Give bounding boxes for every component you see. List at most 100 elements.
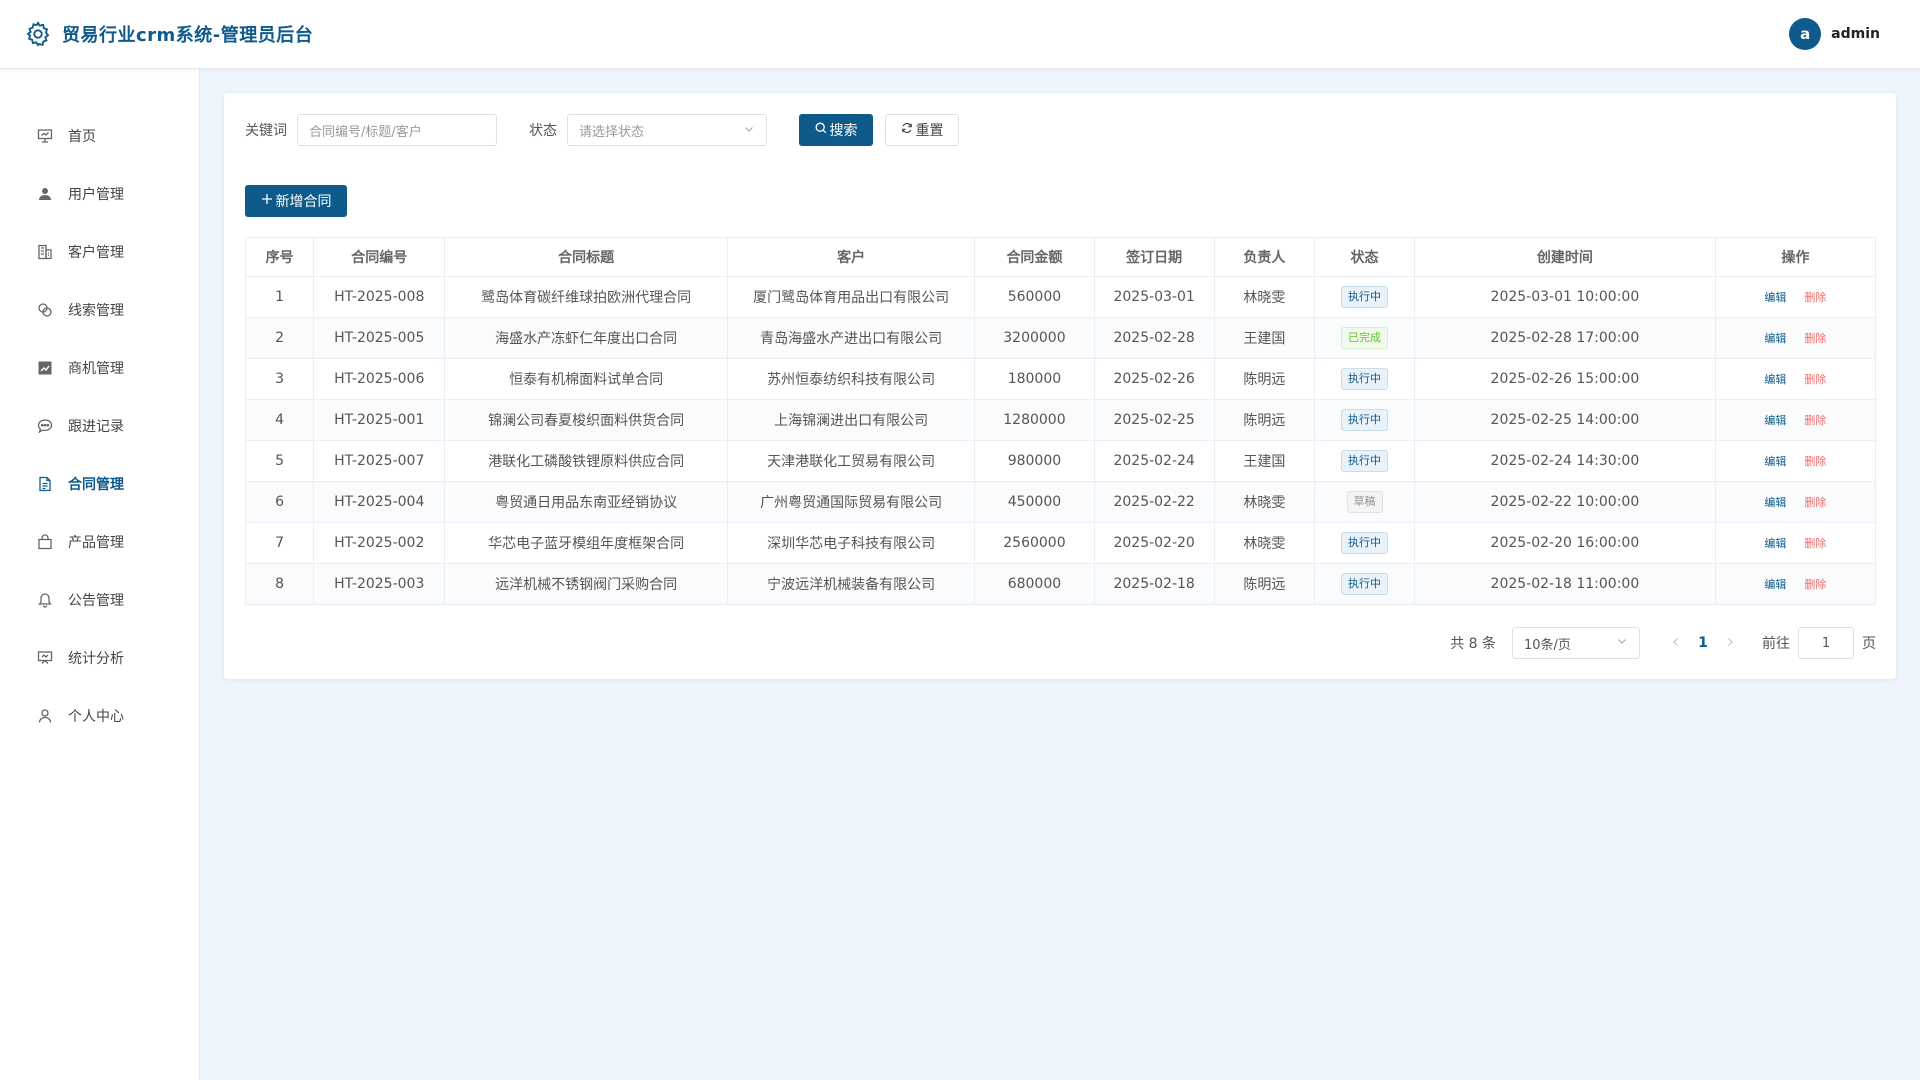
document-icon bbox=[36, 475, 54, 493]
sidebar-item-label: 合同管理 bbox=[68, 477, 124, 493]
sidebar-item-announcements[interactable]: 公告管理 bbox=[0, 580, 200, 620]
delete-link[interactable]: 删除 bbox=[1804, 537, 1826, 550]
reset-button[interactable]: 重置 bbox=[885, 114, 959, 146]
cell-amount: 2560000 bbox=[974, 522, 1095, 564]
sidebar-item-followups[interactable]: 跟进记录 bbox=[0, 406, 200, 446]
status-badge: 执行中 bbox=[1341, 573, 1389, 595]
column-header[interactable]: 合同编号 bbox=[313, 237, 446, 277]
column-header[interactable]: 合同金额 bbox=[974, 237, 1095, 277]
cell-created: 2025-02-24 14:30:00 bbox=[1414, 440, 1716, 482]
status-select[interactable]: 请选择状态 bbox=[567, 114, 767, 146]
sidebar-item-profile[interactable]: 个人中心 bbox=[0, 696, 200, 736]
table-row: 8 HT-2025-003 远洋机械不锈钢阀门采购合同 宁波远洋机械装备有限公司 680… bbox=[244, 563, 1877, 605]
chart-filled-icon bbox=[36, 359, 54, 377]
avatar[interactable]: a bbox=[1789, 18, 1822, 50]
bell-icon bbox=[36, 591, 54, 609]
status-badge: 执行中 bbox=[1341, 532, 1389, 554]
sidebar-item-label: 用户管理 bbox=[68, 187, 124, 203]
edit-link[interactable]: 编辑 bbox=[1764, 332, 1786, 345]
search-button[interactable]: 搜索 bbox=[799, 114, 873, 146]
cell-title: 锦澜公司春夏梭织面料供货合同 bbox=[444, 399, 728, 441]
sidebar-item-statistics[interactable]: 统计分析 bbox=[0, 638, 200, 678]
add-contract-label: 新增合同 bbox=[275, 194, 332, 210]
delete-link[interactable]: 删除 bbox=[1804, 578, 1826, 591]
status-placeholder: 请选择状态 bbox=[579, 124, 645, 140]
sidebar-item-label: 公告管理 bbox=[68, 593, 124, 609]
cell-actions: 编辑 删除 bbox=[1714, 440, 1877, 482]
page-number[interactable]: 1 bbox=[1692, 635, 1714, 651]
edit-link[interactable]: 编辑 bbox=[1764, 455, 1786, 468]
plus-icon bbox=[261, 193, 273, 209]
goto-page-value: 1 bbox=[1821, 635, 1831, 651]
sidebar-item-opportunities[interactable]: 商机管理 bbox=[0, 348, 200, 388]
cell-customer: 天津港联化工贸易有限公司 bbox=[726, 440, 976, 482]
delete-link[interactable]: 删除 bbox=[1804, 496, 1826, 509]
cell-code: HT-2025-002 bbox=[313, 522, 446, 564]
table-body: 1 HT-2025-008 鹭岛体育碳纤维球拍欧洲代理合同 厦门鹭岛体育用品出口有限公… bbox=[244, 276, 1877, 605]
prev-page-icon[interactable] bbox=[1660, 635, 1692, 651]
keyword-input[interactable]: 合同编号/标题/客户 bbox=[297, 114, 497, 146]
sidebar-item-contracts[interactable]: 合同管理 bbox=[0, 464, 200, 504]
column-header[interactable]: 状态 bbox=[1313, 237, 1416, 277]
edit-link[interactable]: 编辑 bbox=[1764, 496, 1786, 509]
edit-link[interactable]: 编辑 bbox=[1764, 414, 1786, 427]
sidebar-item-users[interactable]: 用户管理 bbox=[0, 174, 200, 214]
delete-link[interactable]: 删除 bbox=[1804, 291, 1826, 304]
column-header[interactable]: 客户 bbox=[726, 237, 976, 277]
user-menu[interactable]: a admin bbox=[1789, 18, 1880, 50]
cell-date: 2025-02-28 bbox=[1093, 317, 1215, 359]
page-size-select[interactable]: 10条/页 bbox=[1512, 627, 1640, 659]
reset-button-label: 重置 bbox=[915, 123, 944, 139]
sidebar-item-products[interactable]: 产品管理 bbox=[0, 522, 200, 562]
cell-title: 鹭岛体育碳纤维球拍欧洲代理合同 bbox=[444, 276, 728, 318]
edit-link[interactable]: 编辑 bbox=[1764, 373, 1786, 386]
building-icon bbox=[36, 243, 54, 261]
edit-link[interactable]: 编辑 bbox=[1764, 291, 1786, 304]
status-badge: 执行中 bbox=[1341, 409, 1389, 431]
sidebar-item-leads[interactable]: 线索管理 bbox=[0, 290, 200, 330]
cell-owner: 林晓雯 bbox=[1213, 522, 1315, 564]
chevron-down-icon bbox=[1616, 635, 1628, 651]
cell-code: HT-2025-007 bbox=[313, 440, 446, 482]
username[interactable]: admin bbox=[1831, 26, 1880, 42]
cell-title: 华芯电子蓝牙模组年度框架合同 bbox=[444, 522, 728, 564]
cell-status: 执行中 bbox=[1313, 276, 1416, 318]
column-header[interactable]: 签订日期 bbox=[1093, 237, 1215, 277]
sidebar-item-home[interactable]: 首页 bbox=[0, 116, 200, 156]
cell-title: 恒泰有机棉面料试单合同 bbox=[444, 358, 728, 400]
delete-link[interactable]: 删除 bbox=[1804, 373, 1826, 386]
chat-icon bbox=[36, 417, 54, 435]
sidebar-item-label: 商机管理 bbox=[68, 361, 124, 377]
cell-created: 2025-02-26 15:00:00 bbox=[1414, 358, 1716, 400]
column-header[interactable]: 序号 bbox=[244, 237, 315, 277]
page-size-value: 10条/页 bbox=[1524, 637, 1571, 653]
next-page-icon[interactable] bbox=[1714, 635, 1746, 651]
column-header[interactable]: 创建时间 bbox=[1414, 237, 1716, 277]
sidebar-item-label: 客户管理 bbox=[68, 245, 124, 261]
bag-icon bbox=[36, 533, 54, 551]
sidebar-item-label: 统计分析 bbox=[68, 651, 124, 667]
cell-owner: 林晓雯 bbox=[1213, 276, 1315, 318]
sidebar-item-customers[interactable]: 客户管理 bbox=[0, 232, 200, 272]
edit-link[interactable]: 编辑 bbox=[1764, 537, 1786, 550]
cell-date: 2025-02-18 bbox=[1093, 563, 1215, 605]
cell-amount: 980000 bbox=[974, 440, 1095, 482]
delete-link[interactable]: 删除 bbox=[1804, 414, 1826, 427]
column-header[interactable]: 负责人 bbox=[1213, 237, 1315, 277]
column-header[interactable]: 操作 bbox=[1714, 237, 1877, 277]
cell-created: 2025-03-01 10:00:00 bbox=[1414, 276, 1716, 318]
cell-date: 2025-03-01 bbox=[1093, 276, 1215, 318]
add-contract-button[interactable]: 新增合同 bbox=[245, 185, 347, 217]
contracts-table: 序号 合同编号 合同标题 客户 合同金额 签订日期 负责人 状态 创建时间 操作… bbox=[244, 237, 1877, 605]
cell-customer: 厦门鹭岛体育用品出口有限公司 bbox=[726, 276, 976, 318]
cell-title: 粤贸通日用品东南亚经销协议 bbox=[444, 481, 728, 523]
delete-link[interactable]: 删除 bbox=[1804, 455, 1826, 468]
delete-link[interactable]: 删除 bbox=[1804, 332, 1826, 345]
cell-code: HT-2025-005 bbox=[313, 317, 446, 359]
column-header[interactable]: 合同标题 bbox=[444, 237, 728, 277]
table-header-row: 序号 合同编号 合同标题 客户 合同金额 签订日期 负责人 状态 创建时间 操作 bbox=[244, 237, 1877, 277]
goto-page-input[interactable]: 1 bbox=[1798, 627, 1854, 659]
edit-link[interactable]: 编辑 bbox=[1764, 578, 1786, 591]
cell-date: 2025-02-26 bbox=[1093, 358, 1215, 400]
cell-owner: 王建国 bbox=[1213, 317, 1315, 359]
